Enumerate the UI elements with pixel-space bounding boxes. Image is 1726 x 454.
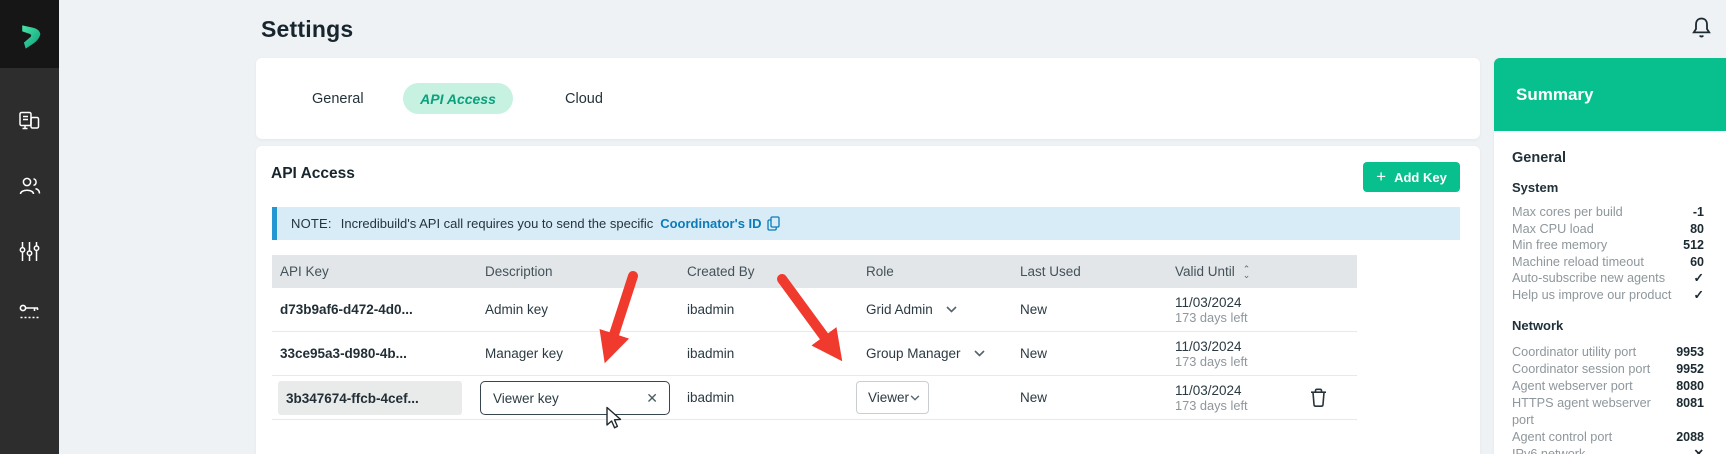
role-value: Grid Admin (866, 302, 933, 317)
header-api-key: API Key (272, 264, 477, 279)
chevron-down-icon (946, 306, 957, 313)
sort-icon[interactable]: ⌃⌄ (1243, 266, 1251, 278)
summary-row: Help us improve our product✓ (1512, 287, 1704, 304)
tab-general[interactable]: General (312, 58, 364, 139)
summary-row: Auto-subscribe new agents✓ (1512, 270, 1704, 287)
delete-key-button[interactable] (1309, 387, 1329, 409)
trash-icon (1309, 387, 1328, 408)
sidebar-item-settings[interactable] (0, 231, 59, 271)
valid-date: 11/03/2024 (1175, 339, 1300, 354)
header-description: Description (477, 264, 680, 279)
clear-input-icon[interactable]: ✕ (635, 390, 669, 407)
valid-note: 173 days left (1175, 310, 1300, 325)
api-access-panel: API Access + Add Key NOTE: Incredibuild'… (256, 146, 1480, 454)
valid-date: 11/03/2024 (1175, 295, 1300, 310)
description-input[interactable] (481, 391, 635, 406)
description-edit-box: ✕ (480, 381, 670, 415)
chevron-down-icon (974, 350, 985, 357)
agents-icon (18, 109, 41, 132)
settings-tabs-bar: General API Access Cloud (256, 58, 1480, 139)
cross-icon: ✕ (1694, 446, 1704, 454)
summary-group-network: Network (1512, 318, 1704, 333)
role-dropdown[interactable]: Grid Admin (858, 302, 1012, 317)
role-dropdown[interactable]: Group Manager (858, 346, 1012, 361)
api-key-readonly-field[interactable]: 3b347674-ffcb-4cef... (278, 381, 462, 415)
note-prefix: NOTE: (291, 216, 332, 231)
valid-until-value: 11/03/2024 173 days left (1167, 383, 1300, 413)
add-key-button[interactable]: + Add Key (1363, 162, 1460, 192)
header-role: Role (858, 264, 1012, 279)
summary-row: Agent webserver port8080 (1512, 378, 1704, 395)
last-used-value: New (1012, 346, 1167, 361)
header-valid-until: Valid Until ⌃⌄ (1167, 264, 1300, 279)
tab-api-access[interactable]: API Access (403, 83, 513, 114)
notifications-bell-icon[interactable] (1689, 15, 1715, 43)
users-icon (18, 174, 42, 198)
key-icon (18, 301, 42, 325)
valid-until-value: 11/03/2024 173 days left (1167, 339, 1300, 369)
api-key-value: 33ce95a3-d980-4b... (272, 346, 477, 361)
check-icon: ✓ (1694, 287, 1704, 304)
summary-row: Max cores per build-1 (1512, 204, 1704, 221)
summary-header: Summary (1494, 58, 1726, 131)
coordinators-id-link[interactable]: Coordinator's ID (660, 216, 779, 231)
last-used-value: New (1012, 390, 1167, 405)
plus-icon: + (1376, 168, 1386, 185)
system-rows: Max cores per build-1 Max CPU load80 Min… (1512, 204, 1704, 304)
summary-row: Coordinator session port9952 (1512, 361, 1704, 378)
left-nav-rail (0, 0, 59, 454)
created-by-value: ibadmin (680, 302, 858, 317)
summary-row: HTTPS agent webserver port8081 (1512, 395, 1704, 429)
summary-group-system: System (1512, 180, 1704, 195)
role-value: Group Manager (866, 346, 961, 361)
logo-arrow-icon (11, 15, 49, 53)
add-key-label: Add Key (1394, 170, 1447, 185)
check-icon: ✓ (1694, 270, 1704, 287)
table-row-editing: ibadmin New 11/03/2024 173 days left 3b3… (272, 376, 1357, 420)
api-keys-table: API Key Description Created By Role Last… (272, 255, 1357, 420)
created-by-value: ibadmin (680, 390, 858, 405)
table-header-row: API Key Description Created By Role Last… (272, 255, 1357, 288)
description-value: Manager key (477, 346, 680, 361)
summary-row: Max CPU load80 (1512, 221, 1704, 238)
header-last-used: Last Used (1012, 264, 1167, 279)
description-value: Admin key (477, 302, 680, 317)
coordinators-id-label: Coordinator's ID (660, 216, 761, 231)
sidebar-item-api-keys[interactable] (0, 293, 59, 333)
page-title: Settings (261, 16, 353, 43)
section-title: API Access (271, 165, 355, 183)
valid-date: 11/03/2024 (1175, 383, 1300, 398)
sidebar-item-users[interactable] (0, 166, 59, 206)
summary-row: Machine reload timeout60 (1512, 254, 1704, 271)
sidebar-item-agents[interactable] (0, 100, 59, 140)
header-created-by: Created By (680, 264, 858, 279)
note-banner: NOTE: Incredibuild's API call requires y… (272, 207, 1460, 240)
last-used-value: New (1012, 302, 1167, 317)
note-text: Incredibuild's API call requires you to … (341, 216, 653, 231)
summary-row: Min free memory512 (1512, 237, 1704, 254)
api-key-value: d73b9af6-d472-4d0... (272, 302, 477, 317)
summary-section-general: General (1512, 150, 1704, 166)
valid-until-label: Valid Until (1175, 264, 1235, 279)
table-row: d73b9af6-d472-4d0... Admin key ibadmin G… (272, 288, 1357, 332)
valid-note: 173 days left (1175, 398, 1300, 413)
summary-row: Coordinator utility port9953 (1512, 344, 1704, 361)
table-row: 33ce95a3-d980-4b... Manager key ibadmin … (272, 332, 1357, 376)
role-value: Viewer (868, 390, 909, 405)
summary-row: IPv6 network✕ (1512, 446, 1704, 454)
summary-panel: Summary General System Max cores per bui… (1494, 58, 1726, 454)
summary-row: Agent control port2088 (1512, 429, 1704, 446)
network-rows: Coordinator utility port9953 Coordinator… (1512, 344, 1704, 454)
settings-page: Settings General API Access Cloud API Ac… (0, 0, 1726, 454)
valid-until-value: 11/03/2024 173 days left (1167, 295, 1300, 325)
role-select[interactable]: Viewer (856, 381, 929, 414)
valid-note: 173 days left (1175, 354, 1300, 369)
created-by-value: ibadmin (680, 346, 858, 361)
chevron-down-icon (910, 395, 920, 401)
tab-cloud[interactable]: Cloud (565, 58, 603, 139)
incredibuild-logo[interactable] (0, 0, 59, 68)
sliders-icon (18, 240, 41, 263)
copy-icon[interactable] (767, 216, 780, 231)
